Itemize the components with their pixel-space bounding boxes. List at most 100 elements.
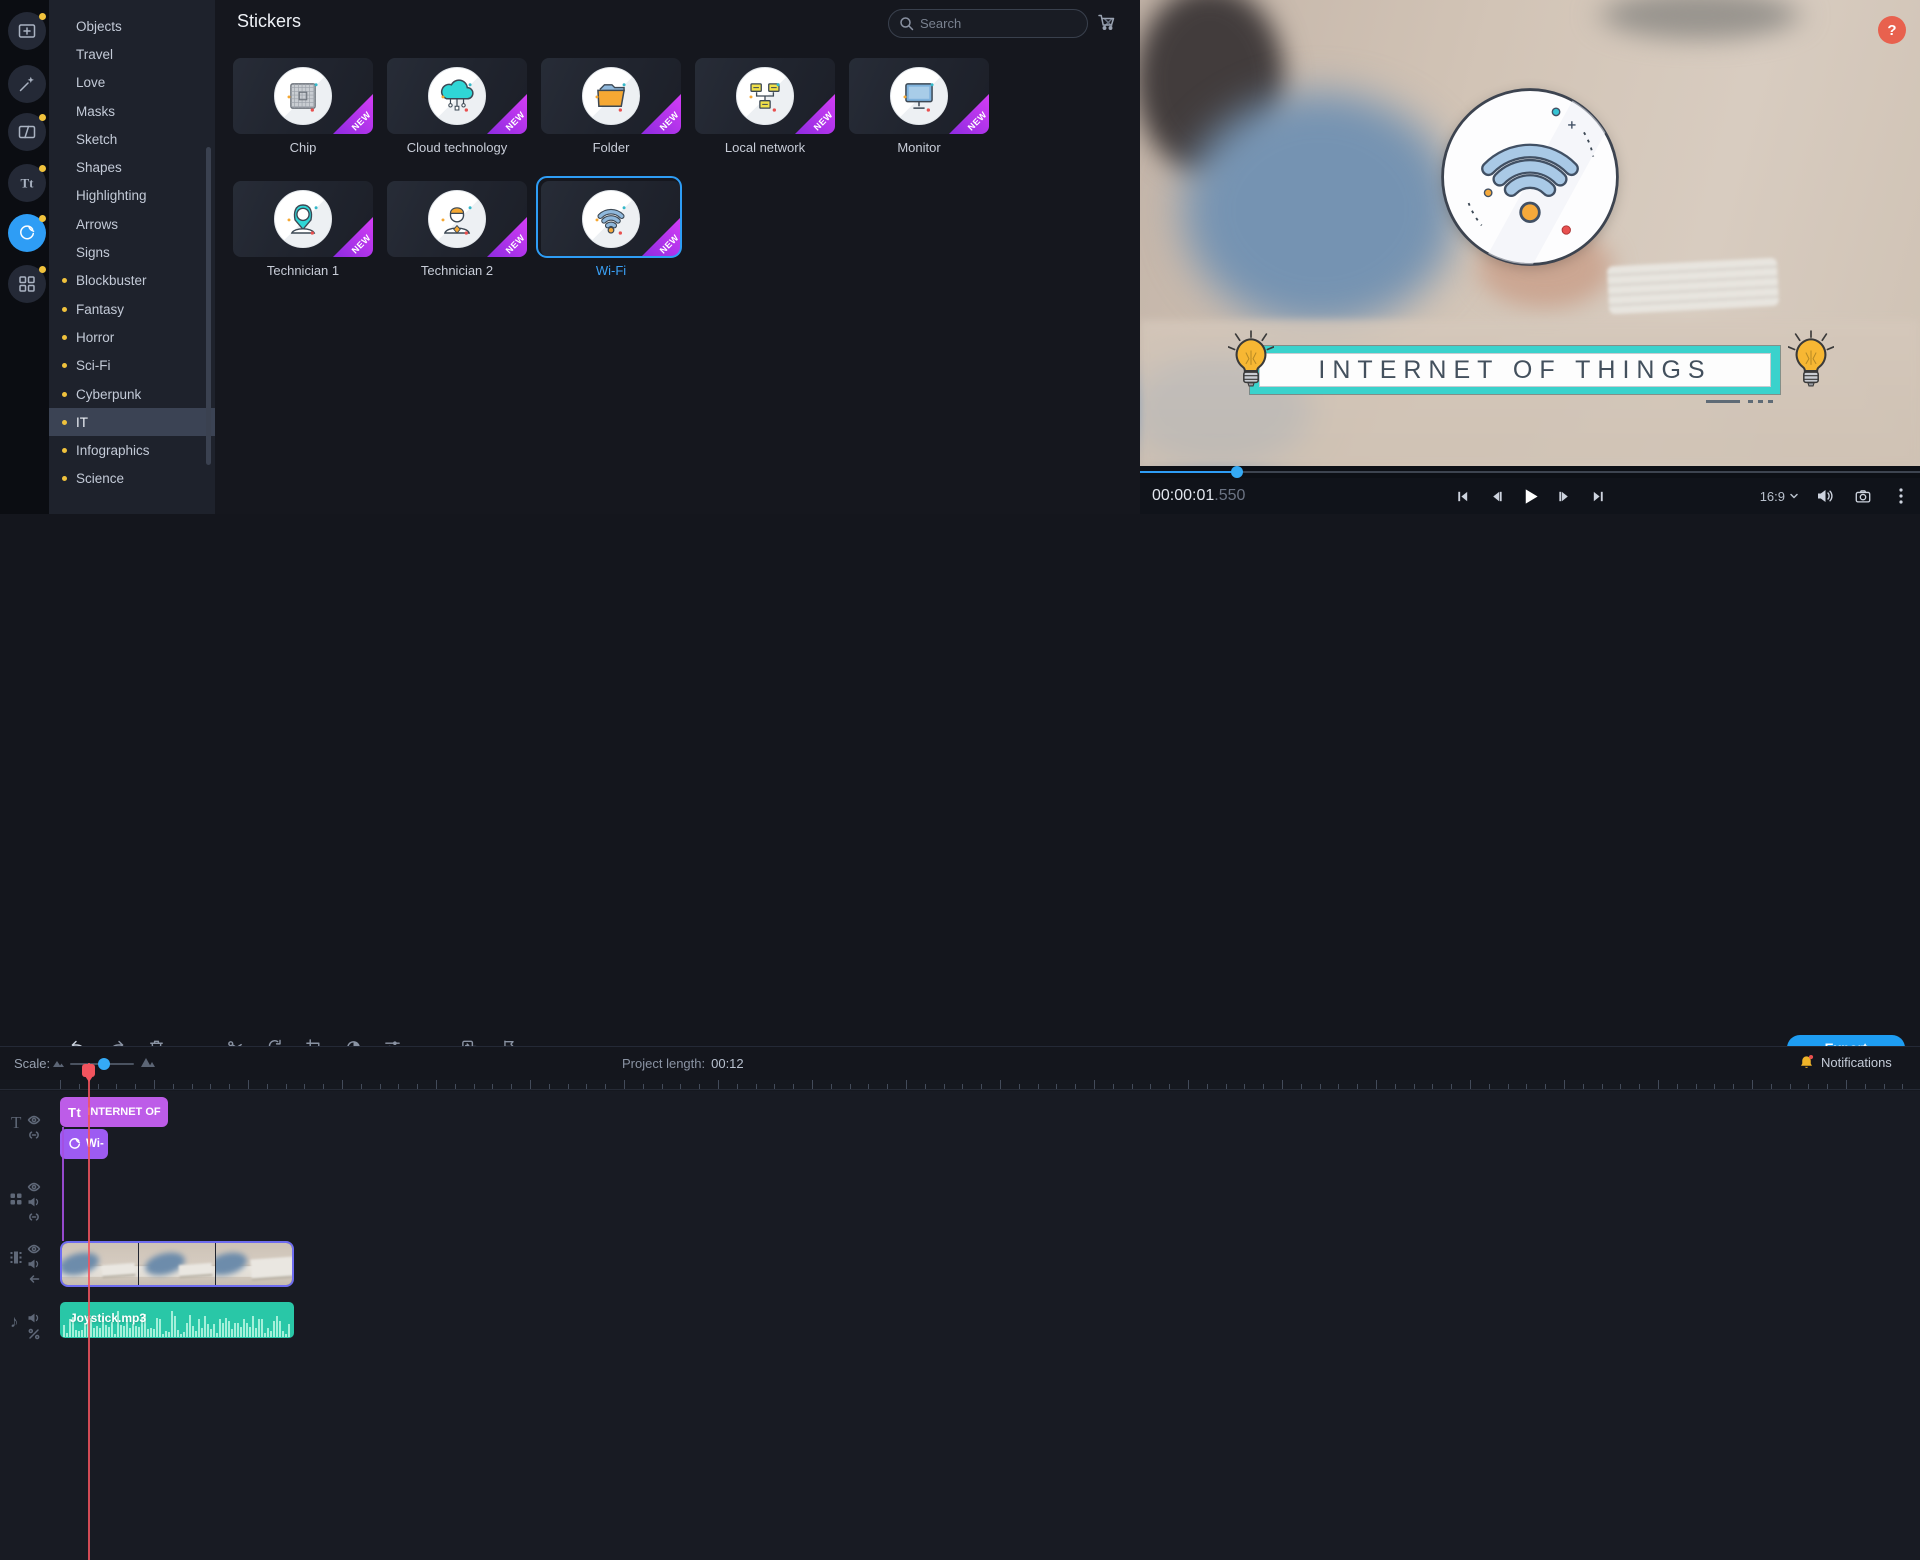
sticker-thumbnail <box>274 67 332 125</box>
title-banner[interactable]: INTERNET OF THINGS <box>1250 346 1780 394</box>
play-button[interactable] <box>1519 485 1541 507</box>
waveform-bar <box>234 1323 236 1337</box>
ruler-tick <box>1508 1084 1509 1089</box>
notifications-button[interactable]: Notifications <box>1798 1054 1892 1071</box>
help-button[interactable]: ? <box>1878 16 1906 44</box>
video-clip[interactable] <box>60 1241 294 1287</box>
stickers-icon <box>17 223 37 243</box>
project-length: Project length:00:12 <box>622 1056 744 1071</box>
ruler-tick <box>229 1084 230 1089</box>
sticker-label: Wi-Fi <box>541 263 681 278</box>
category-item-it[interactable]: IT <box>49 408 215 436</box>
category-item-fantasy[interactable]: Fantasy <box>49 295 215 323</box>
sidebar-item-filters[interactable] <box>8 65 46 103</box>
ruler-tick <box>60 1080 61 1089</box>
category-item-travel[interactable]: Travel <box>49 40 215 68</box>
sticker-card-wi-fi[interactable]: NEW <box>541 181 681 257</box>
playhead-line[interactable] <box>88 1063 90 1560</box>
category-item-blockbuster[interactable]: Blockbuster <box>49 267 215 295</box>
ruler-tick <box>1056 1084 1057 1089</box>
waveform-bar <box>159 1319 161 1337</box>
category-label: Signs <box>76 245 110 260</box>
ruler-tick <box>981 1084 982 1089</box>
category-item-shapes[interactable]: Shapes <box>49 153 215 181</box>
ruler-tick <box>530 1080 531 1089</box>
sticker-thumbnail <box>736 67 794 125</box>
category-item-cyberpunk[interactable]: Cyberpunk <box>49 380 215 408</box>
ruler-tick <box>1658 1080 1659 1089</box>
ruler-tick <box>756 1084 757 1089</box>
waveform-bar <box>138 1327 140 1337</box>
seek-track[interactable] <box>1140 471 1920 473</box>
sticker-card-folder[interactable]: NEW <box>541 58 681 134</box>
sticker-card-chip[interactable]: NEW <box>233 58 373 134</box>
waveform-bar <box>279 1321 281 1337</box>
video-track-arrow-icon[interactable] <box>27 1272 41 1286</box>
category-label: Love <box>76 75 105 90</box>
volume-icon[interactable] <box>1814 485 1836 507</box>
title-track-link-icon[interactable] <box>27 1128 41 1142</box>
overlay-track-visibility-icon[interactable] <box>27 1180 41 1194</box>
sticker-card-local-network[interactable]: NEW <box>695 58 835 134</box>
audio-clip[interactable]: Joystick.mp3 <box>60 1302 294 1338</box>
title-track-visibility-icon[interactable] <box>27 1113 41 1127</box>
category-scrollbar[interactable] <box>206 147 211 465</box>
cart-icon[interactable] <box>1097 13 1116 31</box>
skip-to-end-button[interactable] <box>1587 485 1609 507</box>
category-item-arrows[interactable]: Arrows <box>49 210 215 238</box>
audio-clip-label: Joystick.mp3 <box>70 1311 146 1325</box>
sticker-card-monitor[interactable]: NEW <box>849 58 989 134</box>
category-item-highlighting[interactable]: Highlighting <box>49 182 215 210</box>
more-options-icon[interactable] <box>1890 485 1912 507</box>
category-item-masks[interactable]: Masks <box>49 97 215 125</box>
ruler-tick <box>1583 1084 1584 1089</box>
sticker-card-technician-2[interactable]: NEW <box>387 181 527 257</box>
zoom-out-icon[interactable] <box>52 1058 64 1068</box>
sticker-card-cloud-technology[interactable]: NEW <box>387 58 527 134</box>
seek-knob[interactable] <box>1231 466 1243 478</box>
previous-frame-button[interactable] <box>1485 485 1507 507</box>
ruler-tick <box>793 1084 794 1089</box>
video-track-visibility-icon[interactable] <box>27 1242 41 1256</box>
preview-right-controls: 16:9 <box>1760 485 1912 507</box>
category-item-objects[interactable]: Objects <box>49 12 215 40</box>
sticker-card-technician-1[interactable]: NEW <box>233 181 373 257</box>
aspect-ratio-select[interactable]: 16:9 <box>1760 489 1798 504</box>
ruler-tick <box>1752 1080 1753 1089</box>
category-item-horror[interactable]: Horror <box>49 323 215 351</box>
snapshot-camera-icon[interactable] <box>1852 485 1874 507</box>
title-clip[interactable]: Tt INTERNET OF <box>60 1097 168 1127</box>
wifi-sticker-overlay[interactable] <box>1437 84 1623 270</box>
category-item-sketch[interactable]: Sketch <box>49 125 215 153</box>
audio-track-curves-icon[interactable] <box>27 1327 41 1341</box>
overlay-track-link-icon[interactable] <box>27 1210 41 1224</box>
waveform-bar <box>201 1328 203 1337</box>
skip-to-start-button[interactable] <box>1451 485 1473 507</box>
next-frame-button[interactable] <box>1553 485 1575 507</box>
category-item-signs[interactable]: Signs <box>49 238 215 266</box>
sticker-clip[interactable]: Wi- <box>60 1129 108 1159</box>
seek-bar[interactable] <box>1140 466 1920 478</box>
sticker-label: Folder <box>541 140 681 155</box>
search-bar[interactable]: ✕ <box>888 9 1088 38</box>
new-content-dot <box>39 114 46 121</box>
category-label: Infographics <box>76 443 150 458</box>
scale-slider-knob[interactable] <box>98 1058 110 1070</box>
category-item-science[interactable]: Science <box>49 465 215 493</box>
new-content-dot <box>39 266 46 273</box>
category-item-love[interactable]: Love <box>49 69 215 97</box>
waveform-bar <box>168 1332 170 1337</box>
overlay-track-mute-icon[interactable] <box>27 1195 41 1209</box>
search-input[interactable] <box>920 16 1096 31</box>
waveform-bar <box>225 1318 227 1337</box>
audio-track-mute-icon[interactable] <box>27 1311 41 1325</box>
category-item-infographics[interactable]: Infographics <box>49 436 215 464</box>
ruler-tick <box>436 1080 437 1089</box>
playhead-pin[interactable] <box>82 1064 95 1077</box>
waveform-bar <box>99 1328 101 1337</box>
waveform-bar <box>114 1334 116 1337</box>
category-item-sci-fi[interactable]: Sci-Fi <box>49 352 215 380</box>
video-track-mute-icon[interactable] <box>27 1257 41 1271</box>
zoom-in-icon[interactable] <box>140 1055 156 1068</box>
ruler-tick <box>868 1084 869 1089</box>
